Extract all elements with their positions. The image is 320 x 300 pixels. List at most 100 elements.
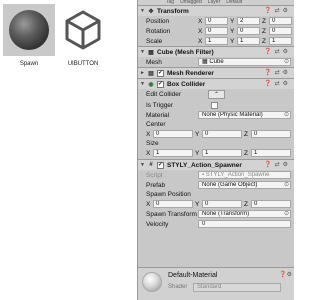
axis-label: Z (244, 200, 248, 208)
asset-spawn[interactable]: Spawn (3, 4, 55, 67)
mesh-row: Mesh ▦ Cube ⊙ (138, 57, 294, 67)
axis-label: X (198, 37, 203, 45)
is-trigger-label: Is Trigger (146, 101, 174, 109)
enabled-checkbox[interactable]: ✓ (157, 161, 164, 169)
material-name: Default-Material (168, 272, 218, 279)
size-z-field[interactable]: 1 (251, 149, 291, 157)
script-icon: # (149, 162, 153, 168)
spawn-position-z-field[interactable]: 0 (251, 200, 291, 208)
material-menu-icons[interactable]: ❓⚙ (279, 271, 292, 278)
edit-collider-row: Edit Collider ⌃ (138, 89, 294, 100)
center-z-field[interactable]: 0 (251, 130, 291, 138)
center-x-field[interactable]: 0 (153, 130, 193, 138)
mesh-filter-header[interactable]: ▼ ▦ Cube (Mesh Filter) ❓⇄⚙ (138, 46, 294, 57)
center-y-field[interactable]: 0 (202, 130, 242, 138)
script-row: Script ▪ STYLY_Action_Spawne (138, 170, 294, 180)
shader-dropdown[interactable]: Standard (193, 283, 281, 292)
axis-label: Z (244, 130, 248, 138)
physic-material-value: None (Physic Material) (202, 112, 263, 118)
scale-x-field[interactable]: 1 (205, 37, 228, 45)
physic-material-field[interactable]: None (Physic Material) ⊙ (198, 111, 291, 119)
rotation-label: Rotation (146, 27, 171, 35)
asset-label: Spawn (19, 61, 39, 67)
size-x-field[interactable]: 1 (153, 149, 193, 157)
inspector-panel: Tag Untagged Layer Default ▼ ✥ Transform… (137, 0, 294, 300)
prefab-label: Prefab (146, 181, 166, 189)
spawn-position-y-field[interactable]: 0 (202, 200, 242, 208)
center-row: X0 Y0 Z0 (138, 129, 294, 139)
rotation-z-field[interactable]: 0 (269, 27, 292, 35)
mesh-value: Cube (209, 59, 224, 65)
asset-label: UIBUTTON (67, 61, 99, 67)
rotation-y-field[interactable]: 0 (237, 27, 260, 35)
position-y-field[interactable]: 2 (237, 17, 260, 25)
position-row: Position X0 Y2 Z0 (138, 16, 294, 26)
box-collider-header[interactable]: ▼ ◉ ✓ Box Collider ❓⇄⚙ (138, 78, 294, 89)
prefab-thumbnail (3, 4, 55, 56)
scale-z-field[interactable]: 1 (269, 37, 292, 45)
component-menu-icons[interactable]: ❓⇄⚙ (264, 48, 291, 55)
component-title: Box Collider (167, 80, 206, 88)
component-title: Cube (Mesh Filter) (157, 48, 214, 56)
prefab-row: Prefab None (Game Object) ⊙ (138, 180, 294, 190)
axis-label: X (198, 27, 203, 35)
spawner-script-header[interactable]: ▼ # ✓ STYLY_Action_Spawner ❓⇄⚙ (138, 159, 294, 170)
velocity-field[interactable]: 0 (198, 220, 291, 228)
edit-bounds-icon: ⌃ (213, 92, 220, 98)
spawn-transform-field[interactable]: None (Transform) ⊙ (198, 210, 291, 218)
material-row: Material None (Physic Material) ⊙ (138, 110, 294, 120)
object-picker-icon[interactable]: ⊙ (284, 211, 289, 217)
script-field: ▪ STYLY_Action_Spawne (198, 171, 291, 179)
transform-icon: ✥ (148, 8, 154, 15)
is-trigger-row: Is Trigger (138, 100, 294, 110)
axis-label: Z (262, 27, 266, 35)
enabled-checkbox[interactable]: ✓ (157, 80, 164, 88)
mesh-object-field[interactable]: ▦ Cube ⊙ (198, 58, 291, 66)
axis-label: Y (230, 37, 235, 45)
scale-row: Scale X1 Y1 Z1 (138, 36, 294, 46)
rotation-x-field[interactable]: 0 (205, 27, 228, 35)
is-trigger-checkbox[interactable] (211, 101, 218, 109)
spawn-transform-value: None (Transform) (202, 211, 250, 217)
sphere-preview-icon (9, 10, 49, 50)
object-picker-icon[interactable]: ⊙ (284, 59, 289, 65)
position-label: Position (146, 17, 170, 25)
mesh-renderer-header[interactable]: ► ▤ ✓ Mesh Renderer ❓⇄⚙ (138, 67, 294, 78)
size-row: X1 Y1 Z1 (138, 148, 294, 158)
foldout-arrow-icon[interactable]: ► (140, 70, 147, 76)
foldout-arrow-icon[interactable]: ▼ (140, 162, 147, 168)
component-menu-icons[interactable]: ❓⇄⚙ (264, 161, 291, 168)
object-picker-icon[interactable]: ⊙ (284, 112, 289, 118)
scale-y-field[interactable]: 1 (237, 37, 260, 45)
prefab-value: None (Game Object) (202, 182, 258, 188)
edit-collider-label: Edit Collider (146, 91, 182, 98)
axis-label: Y (195, 149, 200, 157)
foldout-arrow-icon[interactable]: ▼ (140, 8, 147, 14)
position-x-field[interactable]: 0 (205, 17, 228, 25)
material-preview-icon (142, 272, 162, 292)
axis-label: Y (195, 130, 200, 138)
edit-collider-button[interactable]: ⌃ (208, 90, 225, 99)
script-label: Script (146, 171, 163, 179)
enabled-checkbox[interactable]: ✓ (157, 69, 164, 77)
component-menu-icons[interactable]: ❓⇄⚙ (264, 69, 291, 76)
component-menu-icons[interactable]: ❓⇄⚙ (264, 7, 291, 14)
spawn-position-row: X0 Y0 Z0 (138, 199, 294, 209)
transform-header[interactable]: ▼ ✥ Transform ❓⇄⚙ (138, 5, 294, 16)
foldout-arrow-icon[interactable]: ▼ (140, 81, 147, 87)
position-z-field[interactable]: 0 (269, 17, 292, 25)
axis-label: Z (262, 17, 266, 25)
spawn-position-x-field[interactable]: 0 (153, 200, 193, 208)
mesh-filter-icon: ▦ (148, 49, 154, 56)
asset-uibutton[interactable]: UIBUTTON (57, 4, 109, 67)
spawn-transform-row: Spawn Transform None (Transform) ⊙ (138, 209, 294, 219)
size-y-field[interactable]: 1 (202, 149, 242, 157)
foldout-arrow-icon[interactable]: ▼ (140, 49, 147, 55)
prefab-field[interactable]: None (Game Object) ⊙ (198, 181, 291, 189)
axis-label: Y (230, 17, 235, 25)
component-menu-icons[interactable]: ❓⇄⚙ (264, 80, 291, 87)
object-picker-icon[interactable]: ⊙ (284, 182, 289, 188)
scale-label: Scale (146, 37, 163, 45)
axis-label: Z (262, 37, 266, 45)
mesh-renderer-icon: ▤ (148, 70, 154, 77)
